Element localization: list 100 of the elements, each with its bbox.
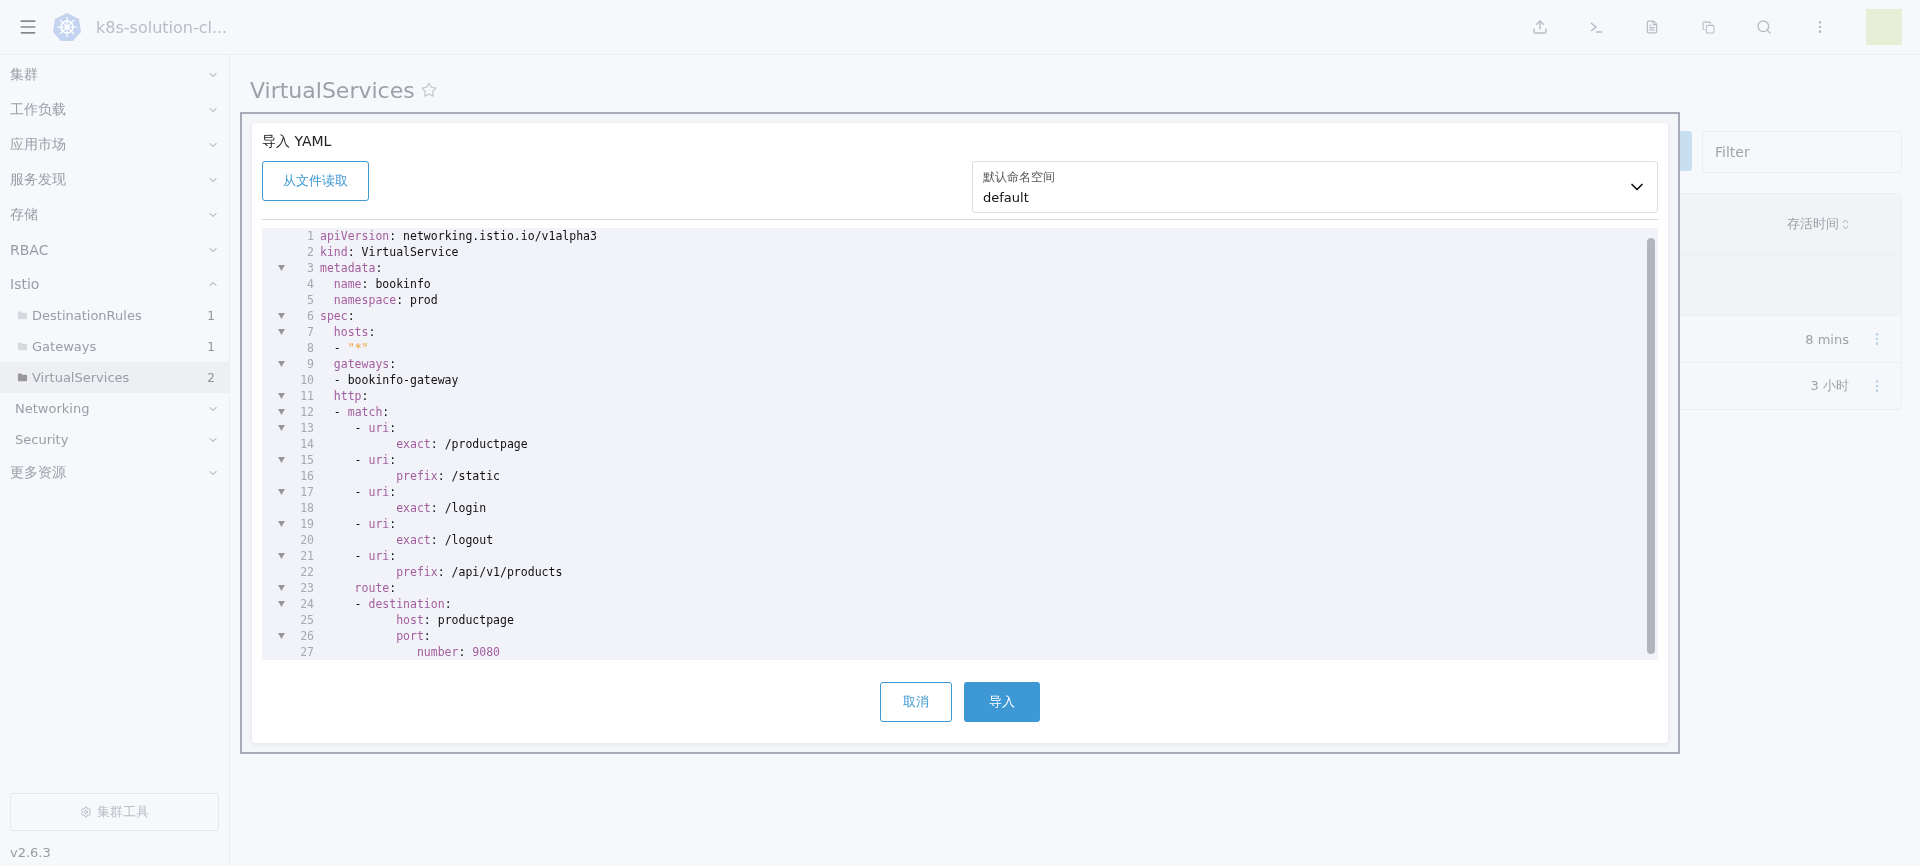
code-line: name: bookinfo (332, 277, 431, 291)
line-number: 11 (300, 389, 314, 403)
line-number: 26 (300, 629, 314, 643)
code-line: hosts: (332, 325, 376, 339)
code-line: - bookinfo-gateway (332, 373, 459, 387)
cancel-button[interactable]: 取消 (880, 681, 952, 722)
code-line: - uri: (353, 421, 397, 435)
line-number: 1 (307, 229, 314, 243)
nav-item-label: VirtualServices (32, 370, 130, 385)
select-value: default (983, 190, 1030, 205)
code-line: - destination: (353, 597, 452, 611)
line-number: 2 (307, 245, 314, 259)
code-line: metadata: (320, 261, 383, 275)
fold-icon[interactable] (278, 313, 285, 319)
line-number: 12 (300, 405, 314, 419)
nav-item-label: DestinationRules (32, 308, 142, 323)
code-line: host: productpage (395, 613, 514, 627)
code-line: gateways: (332, 357, 397, 371)
code-line: namespace: prod (332, 293, 438, 307)
scrollbar-thumb[interactable] (1647, 238, 1655, 654)
fold-icon[interactable] (278, 409, 285, 415)
code-line: prefix: /api/v1/products (395, 565, 563, 579)
gear-icon (80, 806, 92, 818)
fold-icon[interactable] (278, 553, 285, 559)
line-number: 23 (300, 581, 314, 595)
nav-item[interactable]: VirtualServices 2 (0, 362, 229, 393)
line-number: 14 (300, 437, 314, 451)
code-line: exact: /logout (395, 533, 494, 547)
namespace-select[interactable]: 默认命名空间 default (972, 161, 1658, 213)
fold-icon[interactable] (278, 585, 285, 591)
sort-icon[interactable] (1842, 218, 1849, 230)
fold-icon[interactable] (278, 361, 285, 367)
column-header[interactable]: 存活时间 (1787, 215, 1839, 233)
nav-group[interactable]: 存储 (10, 205, 38, 224)
line-number: 4 (307, 277, 314, 291)
line-number: 15 (300, 453, 314, 467)
nav-item-label: Gateways (32, 339, 97, 354)
select-label: 默认命名空间 (983, 169, 1055, 186)
code-line: - uri: (353, 453, 397, 467)
filter-field[interactable]: Filter (1702, 131, 1902, 173)
line-number: 13 (300, 421, 314, 435)
import-button[interactable]: 导入 (964, 681, 1040, 722)
helm-wheel-logo-icon (52, 12, 82, 42)
fold-icon[interactable] (278, 425, 285, 431)
item-count: 1 (207, 308, 216, 323)
fold-icon[interactable] (278, 489, 285, 495)
line-number: 27 (300, 645, 314, 659)
item-count: 2 (207, 370, 216, 385)
nav-item[interactable]: Gateways 1 (0, 331, 229, 362)
age-cell: 3 小时 (1810, 377, 1849, 395)
code-line: - uri: (353, 517, 397, 531)
item-count: 1 (207, 339, 216, 354)
fold-icon[interactable] (278, 633, 285, 639)
line-number: 21 (300, 549, 314, 563)
nav-group[interactable]: 集群 (10, 65, 38, 84)
user-avatar[interactable] (1866, 9, 1902, 45)
line-number: 16 (300, 469, 314, 483)
fold-icon[interactable] (278, 329, 285, 335)
code-line: - uri: (353, 485, 397, 499)
code-line: - match: (332, 405, 390, 419)
nav-group[interactable]: 工作负载 (10, 100, 66, 119)
age-cell: 8 mins (1805, 331, 1849, 347)
folder-icon (17, 341, 28, 352)
code-line: exact: /login (395, 501, 487, 515)
code-line: kind: VirtualService (320, 245, 459, 259)
line-number: 6 (307, 309, 314, 323)
line-number: 25 (300, 613, 314, 627)
nav-group[interactable]: 服务发现 (10, 170, 66, 189)
fold-icon[interactable] (278, 601, 285, 607)
fold-icon[interactable] (278, 457, 285, 463)
code-line: number: 9080 (415, 645, 501, 659)
code-line: route: (353, 581, 397, 595)
yaml-editor[interactable] (262, 228, 1658, 660)
menu-icon[interactable] (18, 17, 38, 37)
star-icon[interactable] (420, 82, 437, 98)
nav-group[interactable]: Networking (15, 401, 90, 416)
code-line: spec: (320, 309, 355, 323)
cluster-name[interactable]: k8s-solution-cl... (96, 17, 228, 37)
code-line: prefix: /static (395, 469, 500, 483)
code-line: - uri: (353, 549, 397, 563)
folder-icon (17, 310, 28, 321)
code-line: apiVersion: networking.istio.io/v1alpha3 (320, 229, 597, 243)
nav-group[interactable]: 更多资源 (10, 463, 66, 482)
nav-group[interactable]: 应用市场 (10, 135, 66, 154)
line-number: 7 (307, 325, 314, 339)
fold-icon[interactable] (278, 265, 285, 271)
read-from-file-button[interactable]: 从文件读取 (262, 161, 369, 201)
line-number: 24 (300, 597, 314, 611)
fold-icon[interactable] (278, 393, 285, 399)
line-number: 8 (307, 341, 314, 355)
code-line: exact: /productpage (395, 437, 528, 451)
fold-icon[interactable] (278, 521, 285, 527)
folder-icon (17, 372, 28, 383)
line-number: 18 (300, 501, 314, 515)
code-line: http: (332, 389, 369, 403)
nav-item[interactable]: DestinationRules 1 (0, 300, 229, 331)
nav-group[interactable]: Security (15, 432, 69, 447)
nav-group[interactable]: RBAC (10, 241, 49, 258)
nav-group[interactable]: Istio (10, 275, 40, 292)
line-number: 9 (307, 357, 314, 371)
